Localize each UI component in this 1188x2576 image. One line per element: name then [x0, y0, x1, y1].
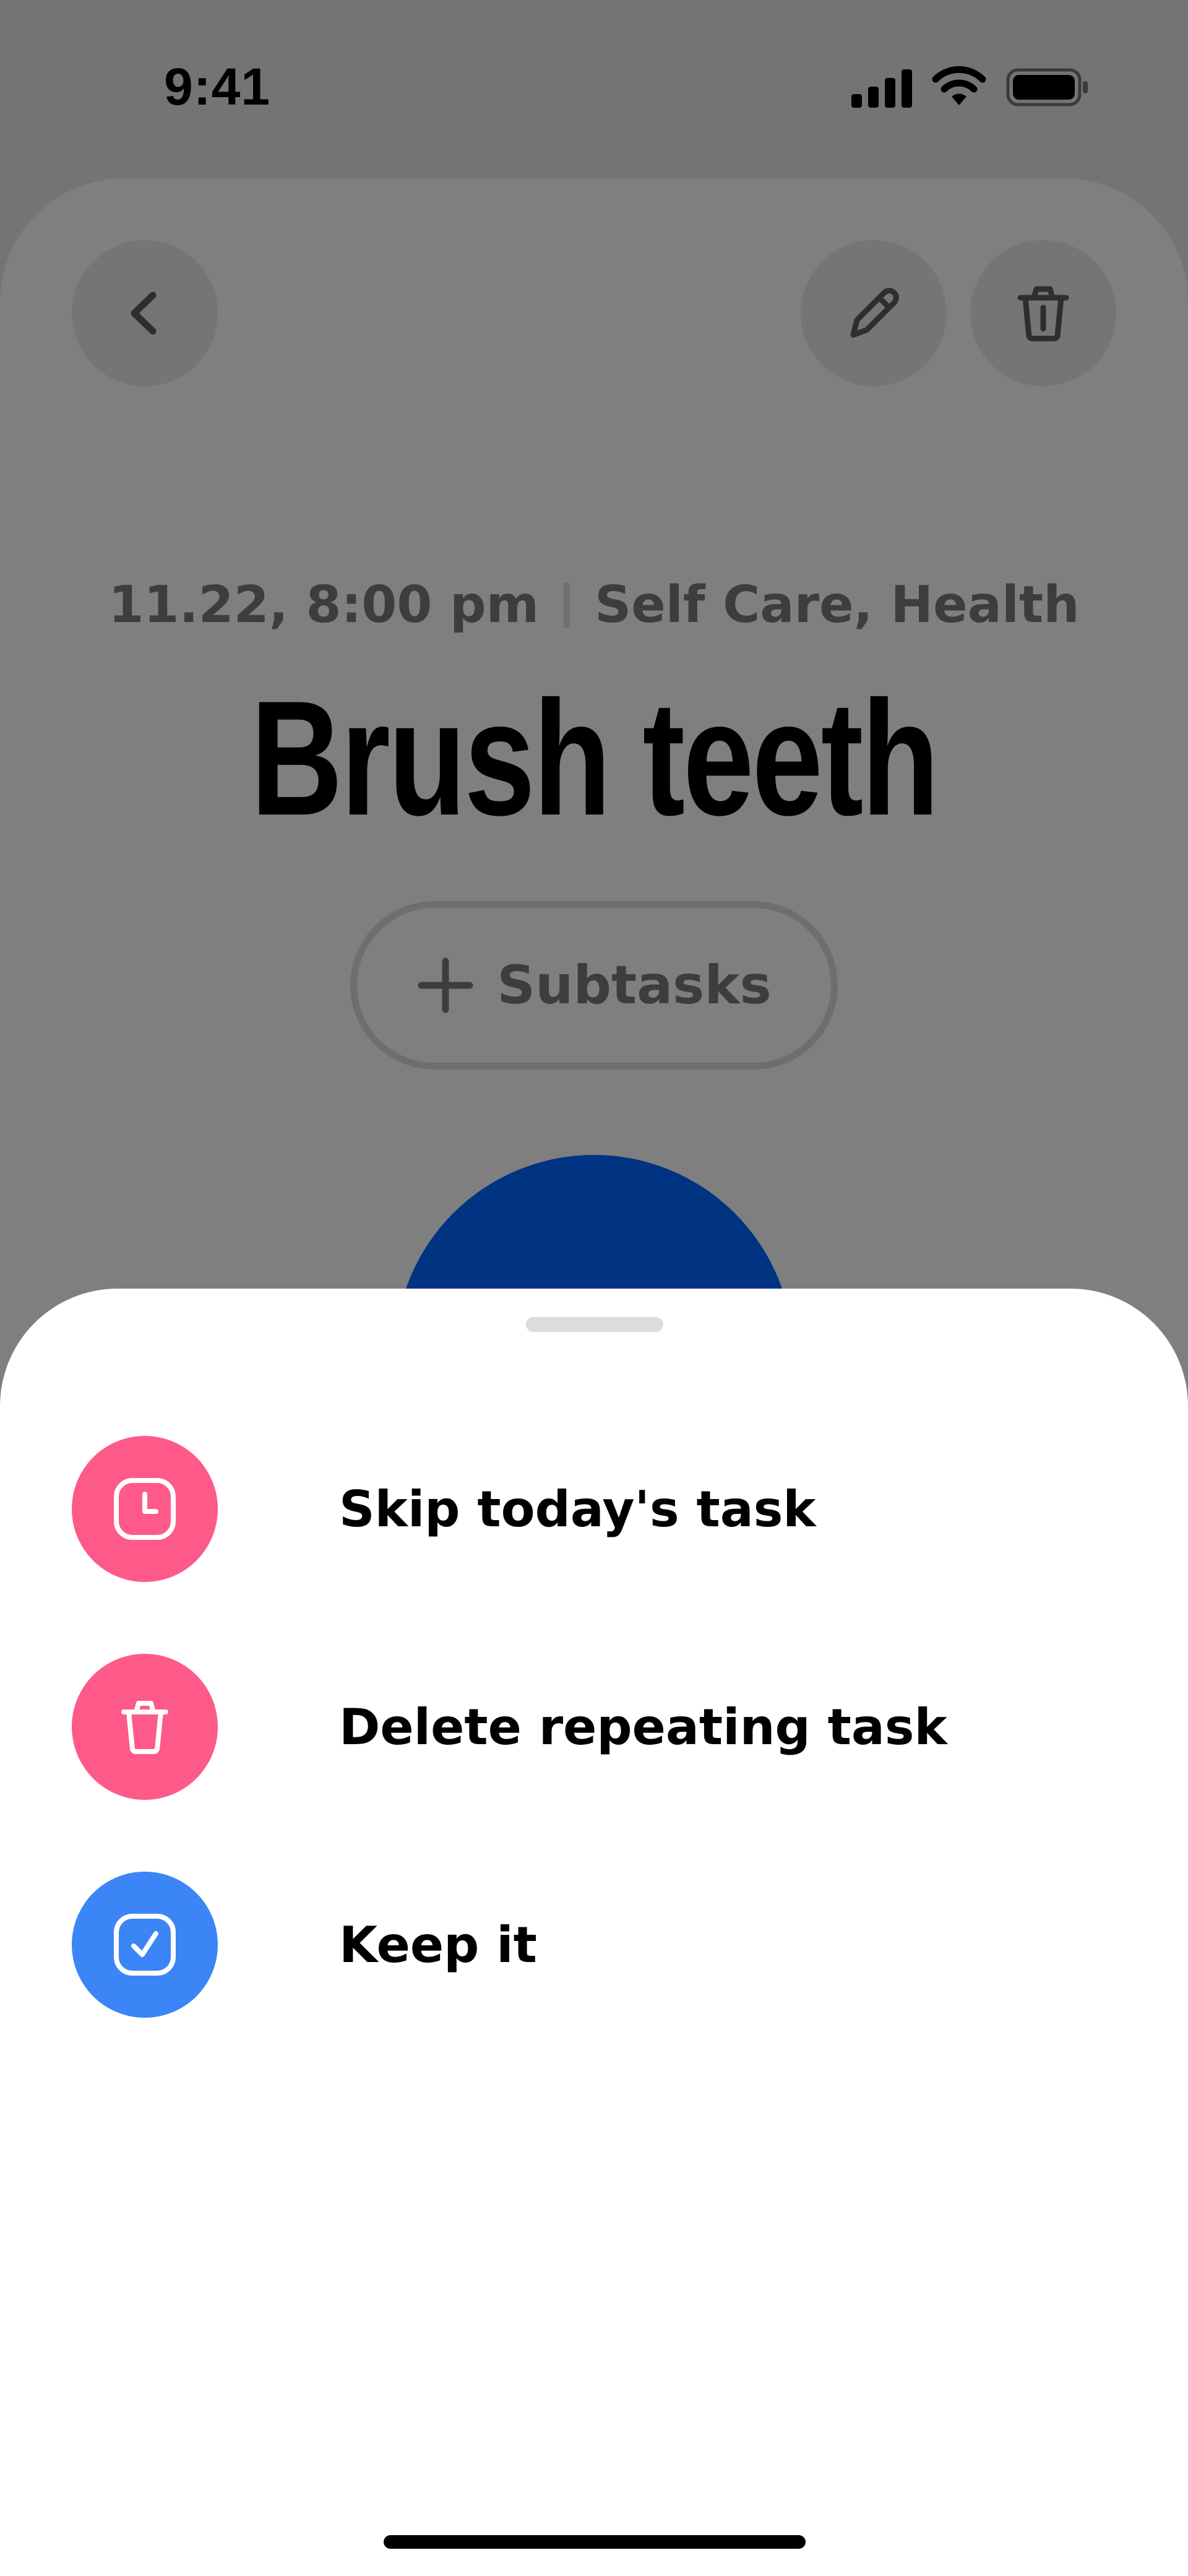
task-date-time: 11.22, 8:00 pm — [108, 576, 540, 634]
action-sheet: Skip today's task Delete repeating task … — [0, 1289, 1188, 2576]
trash-icon — [1017, 286, 1069, 342]
trash-icon — [121, 1701, 168, 1754]
plus-icon — [418, 957, 473, 1013]
clock-icon — [114, 1478, 176, 1540]
back-button[interactable] — [72, 240, 218, 386]
wifi-icon — [932, 66, 986, 105]
meta-divider — [564, 582, 570, 628]
battery-icon — [1006, 68, 1088, 106]
task-title: Brush teeth — [251, 667, 939, 849]
home-indicator[interactable] — [384, 2535, 806, 2549]
delete-repeating-icon-badge — [72, 1654, 218, 1800]
pencil-icon — [850, 288, 899, 338]
status-bar: 9:41 — [0, 0, 1188, 173]
skip-today-label: Skip today's task — [339, 1480, 816, 1538]
check-square-icon — [114, 1914, 176, 1976]
signal-icon — [851, 69, 912, 108]
subtasks-label: Subtasks — [497, 954, 772, 1016]
keep-it-option[interactable]: Keep it — [72, 1872, 1124, 2018]
add-subtasks-button[interactable]: Subtasks — [350, 901, 838, 1070]
back-icon — [131, 292, 157, 335]
skip-today-icon-badge — [72, 1436, 218, 1582]
task-categories: Self Care, Health — [595, 576, 1080, 634]
keep-it-label: Keep it — [339, 1916, 537, 1974]
edit-button[interactable] — [801, 240, 947, 386]
sheet-grabber[interactable] — [526, 1317, 663, 1332]
delete-button[interactable] — [970, 240, 1116, 386]
keep-it-icon-badge — [72, 1872, 218, 2018]
delete-repeating-option[interactable]: Delete repeating task — [72, 1654, 1124, 1800]
delete-repeating-label: Delete repeating task — [339, 1698, 947, 1756]
status-time: 9:41 — [164, 58, 271, 116]
task-meta: 11.22, 8:00 pm Self Care, Health — [0, 576, 1188, 634]
skip-today-option[interactable]: Skip today's task — [72, 1436, 1124, 1582]
